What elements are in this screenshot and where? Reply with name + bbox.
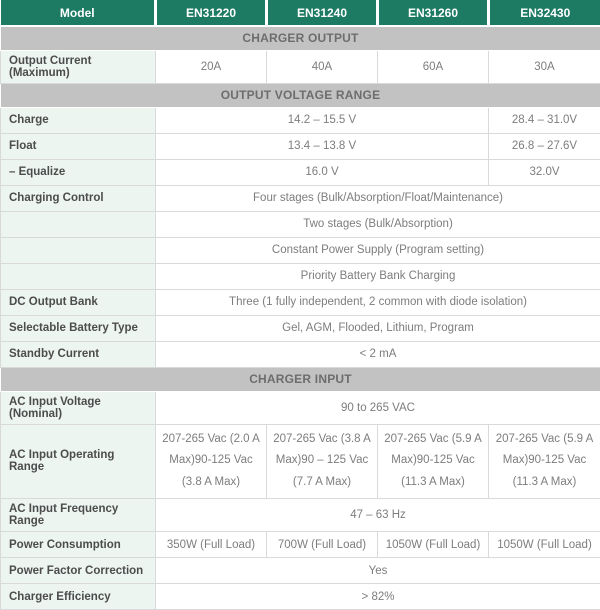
output-current-en31260: 60A xyxy=(378,50,489,83)
row-charging-control-2: Two stages (Bulk/Absorption) xyxy=(1,211,600,237)
row-selectable-battery-type: Selectable Battery Type Gel, AGM, Floode… xyxy=(1,315,600,341)
power-consumption-en32430: 1050W (Full Load) xyxy=(489,532,600,558)
float-12v-value: 13.4 – 13.8 V xyxy=(156,133,489,159)
row-label: Charger Efficiency xyxy=(1,584,156,610)
header-model-en32430: EN32430 xyxy=(489,0,600,26)
section-charger-input: CHARGER INPUT xyxy=(1,367,600,391)
charger-spec-table: Model EN31220 EN31240 EN31260 EN32430 CH… xyxy=(0,0,600,610)
row-charging-control: Charging Control Four stages (Bulk/Absor… xyxy=(1,185,600,211)
power-consumption-en31220: 350W (Full Load) xyxy=(156,532,267,558)
row-label: AC Input Operating Range xyxy=(1,424,156,499)
row-label: Charging Control xyxy=(1,185,156,211)
row-power-consumption: Power Consumption 350W (Full Load) 700W … xyxy=(1,532,600,558)
output-current-en31240: 40A xyxy=(267,50,378,83)
row-output-current: Output Current (Maximum) 20A 40A 60A 30A xyxy=(1,50,600,83)
row-standby-current: Standby Current < 2 mA xyxy=(1,341,600,367)
header-model-en31240: EN31240 xyxy=(267,0,378,26)
equalize-24v-value: 32.0V xyxy=(489,159,600,185)
row-charging-control-4: Priority Battery Bank Charging xyxy=(1,263,600,289)
header-model: Model xyxy=(1,0,156,26)
selectable-battery-type-value: Gel, AGM, Flooded, Lithium, Program xyxy=(156,315,600,341)
charging-control-stage-1: Four stages (Bulk/Absorption/Float/Maint… xyxy=(156,185,600,211)
ac-input-voltage-value: 90 to 265 VAC xyxy=(156,391,600,424)
row-label: Standby Current xyxy=(1,341,156,367)
row-label: DC Output Bank xyxy=(1,289,156,315)
equalize-12v-value: 16.0 V xyxy=(156,159,489,185)
charging-control-stage-3: Constant Power Supply (Program setting) xyxy=(156,237,600,263)
row-equalize: – Equalize 16.0 V 32.0V xyxy=(1,159,600,185)
operating-range-en31220: 207-265 Vac (2.0 A Max)90-125 Vac (3.8 A… xyxy=(156,424,267,499)
operating-range-en31260: 207-265 Vac (5.9 A Max)90-125 Vac (11.3 … xyxy=(378,424,489,499)
row-label: AC Input Voltage (Nominal) xyxy=(1,391,156,424)
dc-output-bank-value: Three (1 fully independent, 2 common wit… xyxy=(156,289,600,315)
row-float: Float 13.4 – 13.8 V 26.8 – 27.6V xyxy=(1,133,600,159)
row-label: AC Input Frequency Range xyxy=(1,499,156,532)
row-label: – Equalize xyxy=(1,159,156,185)
header-model-en31260: EN31260 xyxy=(378,0,489,26)
row-label: Power Consumption xyxy=(1,532,156,558)
ac-input-frequency-value: 47 – 63 Hz xyxy=(156,499,600,532)
row-label: Float xyxy=(1,133,156,159)
row-charging-control-3: Constant Power Supply (Program setting) xyxy=(1,237,600,263)
section-title: CHARGER INPUT xyxy=(1,367,600,391)
section-title: OUTPUT VOLTAGE RANGE xyxy=(1,83,600,107)
table-header-row: Model EN31220 EN31240 EN31260 EN32430 xyxy=(1,0,600,26)
power-consumption-en31240: 700W (Full Load) xyxy=(267,532,378,558)
row-label: Output Current (Maximum) xyxy=(1,50,156,83)
charge-24v-value: 28.4 – 31.0V xyxy=(489,107,600,133)
row-label: Charge xyxy=(1,107,156,133)
output-current-en32430: 30A xyxy=(489,50,600,83)
row-ac-input-frequency: AC Input Frequency Range 47 – 63 Hz xyxy=(1,499,600,532)
section-title: CHARGER OUTPUT xyxy=(1,26,600,50)
row-charge: Charge 14.2 – 15.5 V 28.4 – 31.0V xyxy=(1,107,600,133)
row-label: Selectable Battery Type xyxy=(1,315,156,341)
section-output-voltage-range: OUTPUT VOLTAGE RANGE xyxy=(1,83,600,107)
row-ac-input-voltage: AC Input Voltage (Nominal) 90 to 265 VAC xyxy=(1,391,600,424)
row-power-factor-correction: Power Factor Correction Yes xyxy=(1,558,600,584)
row-dc-output-bank: DC Output Bank Three (1 fully independen… xyxy=(1,289,600,315)
charging-control-stage-2: Two stages (Bulk/Absorption) xyxy=(156,211,600,237)
header-model-en31220: EN31220 xyxy=(156,0,267,26)
output-current-en31220: 20A xyxy=(156,50,267,83)
charger-efficiency-value: > 82% xyxy=(156,584,600,610)
float-24v-value: 26.8 – 27.6V xyxy=(489,133,600,159)
row-charger-efficiency: Charger Efficiency > 82% xyxy=(1,584,600,610)
row-label: Power Factor Correction xyxy=(1,558,156,584)
charging-control-stage-4: Priority Battery Bank Charging xyxy=(156,263,600,289)
power-factor-value: Yes xyxy=(156,558,600,584)
row-ac-input-operating-range: AC Input Operating Range 207-265 Vac (2.… xyxy=(1,424,600,499)
row-label-empty xyxy=(1,211,156,237)
section-charger-output: CHARGER OUTPUT xyxy=(1,26,600,50)
row-label-empty xyxy=(1,263,156,289)
operating-range-en32430: 207-265 Vac (5.9 A Max)90-125 Vac (11.3 … xyxy=(489,424,600,499)
operating-range-en31240: 207-265 Vac (3.8 A Max)90 – 125 Vac (7.7… xyxy=(267,424,378,499)
charge-12v-value: 14.2 – 15.5 V xyxy=(156,107,489,133)
power-consumption-en31260: 1050W (Full Load) xyxy=(378,532,489,558)
standby-current-value: < 2 mA xyxy=(156,341,600,367)
row-label-empty xyxy=(1,237,156,263)
